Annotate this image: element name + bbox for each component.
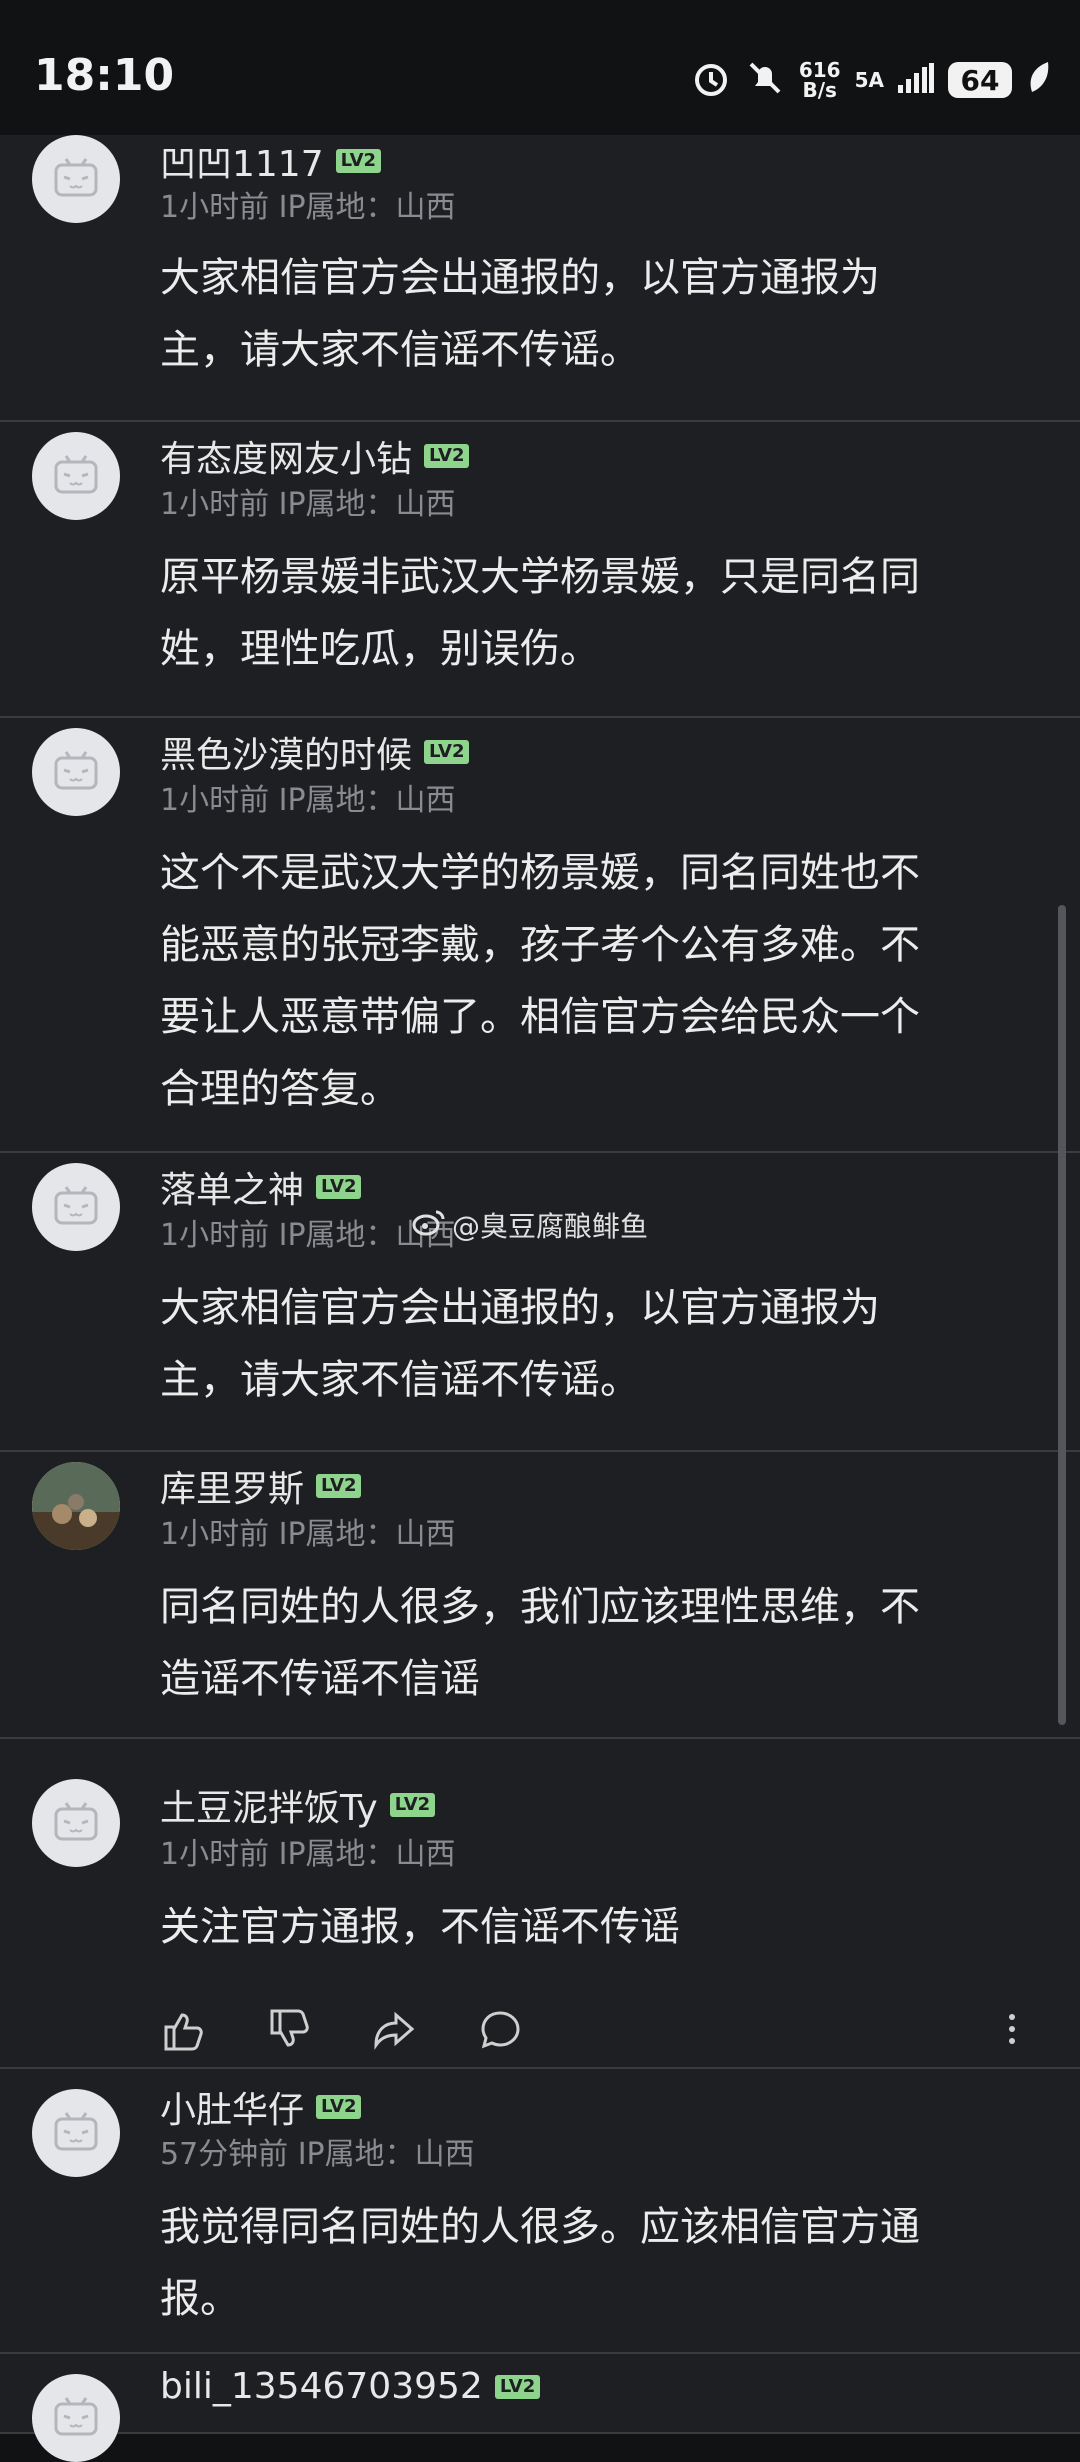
avatar[interactable] bbox=[32, 432, 120, 520]
comment-line: 合理的答复。 bbox=[160, 1066, 400, 1112]
battery-indicator: 64 bbox=[948, 62, 1012, 98]
comment-list: 凹凹1117 LV2 1小时前 IP属地：山西 大家相信官方会出通报的，以官方通报为主… bbox=[0, 135, 1080, 2462]
username-text[interactable]: 凹凹1117 bbox=[160, 135, 324, 187]
username-text[interactable]: 土豆泥拌饭Ty bbox=[160, 1779, 378, 1831]
comment-line: 能恶意的张冠李戴，孩子考个公有多难。不 bbox=[160, 922, 920, 968]
comment-item: 土豆泥拌饭Ty LV2 1小时前 IP属地：山西关注官方通报，不信谣不传谣 bbox=[0, 1739, 1080, 2069]
level-badge: LV2 bbox=[335, 149, 382, 173]
signal-label: 5A bbox=[854, 68, 884, 92]
comment-text: 这个不是武汉大学的杨景媛，同名同姓也不 能恶意的张冠李戴，孩子考个公有多难。不 要让… bbox=[160, 837, 1020, 1125]
comment-line: 这个不是武汉大学的杨景媛，同名同姓也不 bbox=[160, 850, 920, 896]
comment-text: 同名同姓的人很多，我们应该理性思维，不 造谣不传谣不信谣 bbox=[160, 1571, 1020, 1715]
avatar[interactable] bbox=[32, 1462, 120, 1550]
net-speed-value: 616 bbox=[798, 58, 841, 82]
comment-line: 主，请大家不信谣不传谣。 bbox=[160, 1357, 640, 1403]
watermark-text: @臭豆腐酿鲱鱼 bbox=[452, 1210, 649, 1243]
comment-item: 凹凹1117 LV2 1小时前 IP属地：山西大家相信官方会出通报的，以官方通报为主… bbox=[0, 135, 1080, 422]
leaf-icon bbox=[1026, 60, 1052, 100]
comment-text: 关注官方通报，不信谣不传谣 bbox=[160, 1891, 1020, 1963]
comment-line: 我觉得同名同姓的人很多。应该相信官方通 bbox=[160, 2204, 920, 2250]
avatar[interactable] bbox=[32, 728, 120, 816]
comment-username[interactable]: 库里罗斯 LV2 bbox=[160, 1460, 362, 1512]
comment-item: 黑色沙漠的时候 LV2 1小时前 IP属地：山西这个不是武汉大学的杨景媛，同名同姓也… bbox=[0, 718, 1080, 1153]
status-bar: 18:10 616 B/s 5A 64 bbox=[0, 0, 1080, 135]
comment-meta: 1小时前 IP属地：山西 bbox=[160, 783, 456, 818]
comment-line: 关注官方通报，不信谣不传谣 bbox=[160, 1904, 680, 1950]
comment-text: 我觉得同名同姓的人很多。应该相信官方通 报。 bbox=[160, 2191, 1020, 2335]
comment-item: 落单之神 LV2 1小时前 IP属地：山西 大家相信官方会出通报的，以官方通报为 主，请… bbox=[0, 1153, 1080, 1452]
comment-meta: 57分钟前 IP属地：山西 bbox=[160, 2137, 475, 2172]
comment-item: bili_13546703952 LV2 bbox=[0, 2354, 1080, 2462]
username-text[interactable]: bili_13546703952 bbox=[160, 2366, 483, 2407]
like-icon[interactable] bbox=[160, 2007, 204, 2051]
level-badge: LV2 bbox=[316, 2095, 362, 2119]
signal-bars-icon bbox=[898, 63, 934, 97]
avatar[interactable] bbox=[32, 2089, 120, 2177]
scrollbar[interactable] bbox=[1058, 905, 1066, 1725]
comment-username[interactable]: 有态度网友小钻 LV2 bbox=[160, 430, 470, 482]
status-time: 18:10 bbox=[34, 50, 175, 101]
comment-username[interactable]: 黑色沙漠的时候 LV2 bbox=[160, 726, 470, 778]
level-badge: LV2 bbox=[424, 444, 470, 468]
mute-bell-icon bbox=[745, 58, 785, 102]
comment-username[interactable]: 凹凹1117 LV2 bbox=[160, 135, 382, 187]
comment-meta: 1小时前 IP属地：山西 bbox=[160, 190, 456, 225]
comment-line: 大家相信官方会出通报的，以官方通报为 bbox=[160, 255, 880, 301]
avatar[interactable] bbox=[32, 1779, 120, 1867]
username-text[interactable]: 有态度网友小钻 bbox=[160, 430, 412, 482]
comment-text: 大家相信官方会出通报的，以官方通报为 主，请大家不信谣不传谣。 bbox=[160, 242, 1020, 386]
username-text[interactable]: 黑色沙漠的时候 bbox=[160, 726, 412, 778]
comment-text: 原平杨景媛非武汉大学杨景媛，只是同名同 姓，理性吃瓜，别误伤。 bbox=[160, 541, 1020, 685]
avatar[interactable] bbox=[32, 135, 120, 223]
comment-username[interactable]: bili_13546703952 LV2 bbox=[160, 2366, 541, 2407]
comment-line: 姓，理性吃瓜，别误伤。 bbox=[160, 626, 600, 672]
level-badge: LV2 bbox=[424, 740, 470, 764]
comment-meta: 1小时前 IP属地：山西 bbox=[160, 1517, 456, 1552]
alarm-icon bbox=[691, 58, 731, 102]
weibo-icon bbox=[412, 1208, 446, 1243]
dislike-icon[interactable] bbox=[266, 2007, 310, 2051]
comment-line: 要让人恶意带偏了。相信官方会给民众一个 bbox=[160, 994, 920, 1040]
comment-line: 造谣不传谣不信谣 bbox=[160, 1656, 480, 1702]
username-text[interactable]: 小肚华仔 bbox=[160, 2081, 304, 2133]
level-badge: LV2 bbox=[316, 1175, 362, 1199]
comment-line: 同名同姓的人很多，我们应该理性思维，不 bbox=[160, 1584, 920, 1630]
comment-line: 大家相信官方会出通报的，以官方通报为 bbox=[160, 1285, 880, 1331]
comment-meta: 1小时前 IP属地：山西 bbox=[160, 487, 456, 522]
comment-item: 库里罗斯 LV2 1小时前 IP属地：山西同名同姓的人很多，我们应该理性思维，不 造谣… bbox=[0, 1452, 1080, 1739]
more-icon[interactable] bbox=[990, 2007, 1034, 2051]
reply-icon[interactable] bbox=[478, 2007, 522, 2051]
net-speed-unit: B/s bbox=[802, 78, 837, 102]
comment-item: 小肚华仔 LV2 57分钟前 IP属地：山西我觉得同名同姓的人很多。应该相信官方通报… bbox=[0, 2069, 1080, 2354]
avatar[interactable] bbox=[32, 1163, 120, 1251]
comment-line: 报。 bbox=[160, 2276, 240, 2322]
comment-username[interactable]: 落单之神 LV2 bbox=[160, 1161, 362, 1213]
comment-meta: 1小时前 IP属地：山西 bbox=[160, 1837, 456, 1872]
level-badge: LV2 bbox=[316, 1474, 362, 1498]
username-text[interactable]: 落单之神 bbox=[160, 1161, 304, 1213]
comment-line: 原平杨景媛非武汉大学杨景媛，只是同名同 bbox=[160, 554, 920, 600]
comment-username[interactable]: 小肚华仔 LV2 bbox=[160, 2081, 362, 2133]
share-icon[interactable] bbox=[372, 2007, 416, 2051]
watermark: @臭豆腐酿鲱鱼 bbox=[412, 1205, 648, 1245]
comment-line: 主，请大家不信谣不传谣。 bbox=[160, 327, 640, 373]
status-icons: 616 B/s 5A 64 bbox=[691, 56, 1052, 104]
level-badge: LV2 bbox=[389, 1793, 436, 1817]
network-speed: 616 B/s bbox=[799, 60, 841, 100]
comment-item: 有态度网友小钻 LV2 1小时前 IP属地：山西原平杨景媛非武汉大学杨景媛，只是同名… bbox=[0, 422, 1080, 718]
level-badge: LV2 bbox=[494, 2374, 541, 2399]
comment-username[interactable]: 土豆泥拌饭Ty LV2 bbox=[160, 1779, 436, 1831]
comment-text: 大家相信官方会出通报的，以官方通报为 主，请大家不信谣不传谣。 bbox=[160, 1272, 1020, 1416]
username-text[interactable]: 库里罗斯 bbox=[160, 1460, 304, 1512]
